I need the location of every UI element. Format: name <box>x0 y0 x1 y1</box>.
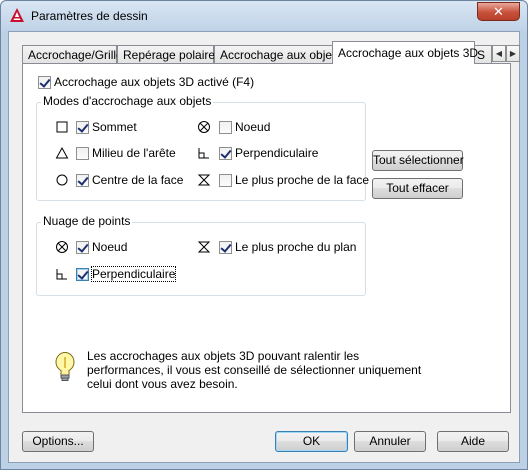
modes-group-title: Modes d'accrochage aux objets <box>41 94 214 108</box>
tab-scroll-right-button[interactable]: ▶ <box>506 45 520 62</box>
lightbulb-icon <box>55 352 75 381</box>
pc-node-label[interactable]: Noeud <box>92 240 127 254</box>
select-all-button[interactable]: Tout sélectionner <box>372 150 464 171</box>
hourglass-icon <box>197 174 211 186</box>
face-center-checkbox[interactable] <box>76 174 89 187</box>
circle-icon <box>56 174 68 186</box>
window-title: Paramètres de dessin <box>31 9 148 23</box>
point-cloud-groupbox <box>36 222 366 296</box>
node-label[interactable]: Noeud <box>235 120 270 134</box>
tab-label: Accrochage aux objets 3D <box>338 46 479 60</box>
tab-scroll-left-button[interactable]: ◀ <box>492 45 506 62</box>
tab-label: S <box>477 48 486 62</box>
dialog-client-area: Accrochage/Grille Repérage polaire Accro… <box>8 31 520 463</box>
tab-scroll-buttons: ◀ ▶ <box>492 45 521 62</box>
cancel-button[interactable]: Annuler <box>354 431 426 452</box>
tab-panel-3d-object-snap: Accrochage aux objets 3D activé (F4) Mod… <box>22 63 511 413</box>
dialog-window: Paramètres de dessin ✕ Accrochage/Grille… <box>0 0 528 470</box>
nearest-face-checkbox[interactable] <box>219 174 232 187</box>
clear-all-button[interactable]: Tout effacer <box>372 178 463 199</box>
perpendicular-icon <box>198 148 209 159</box>
chevron-right-icon: ▶ <box>509 49 517 58</box>
tab-label: Accrochage/Grille <box>28 48 123 62</box>
vertex-label[interactable]: Sommet <box>92 120 137 134</box>
square-icon <box>56 121 68 133</box>
pc-perpendicular-checkbox[interactable] <box>76 268 89 281</box>
tab-polar-tracking[interactable]: Repérage polaire <box>117 45 216 64</box>
perpendicular-label[interactable]: Perpendiculaire <box>235 146 318 160</box>
tab-snap-grid[interactable]: Accrochage/Grille <box>22 45 123 64</box>
triangle-icon <box>55 146 69 159</box>
tab-label: Repérage polaire <box>123 48 216 62</box>
enable-3d-osnap-checkbox[interactable] <box>38 76 51 89</box>
tab-3d-object-snap[interactable]: Accrochage aux objets 3D <box>332 41 479 64</box>
hourglass-icon <box>197 241 211 253</box>
tab-strip: Accrochage/Grille Repérage polaire Accro… <box>22 41 520 64</box>
perpendicular-checkbox[interactable] <box>219 147 232 160</box>
tab-label: Accrochage aux objets <box>220 48 342 62</box>
close-icon: ✕ <box>493 4 504 19</box>
nearest-face-label[interactable]: Le plus proche de la face <box>235 173 369 187</box>
face-center-label[interactable]: Centre de la face <box>92 173 183 187</box>
autocad-app-icon <box>10 8 24 22</box>
pc-node-checkbox[interactable] <box>76 241 89 254</box>
edge-midpoint-label[interactable]: Milieu de l'arête <box>92 146 176 160</box>
perpendicular-icon <box>56 269 67 280</box>
options-button[interactable]: Options... <box>22 431 94 452</box>
edge-midpoint-checkbox[interactable] <box>76 147 89 160</box>
title-bar[interactable]: Paramètres de dessin ✕ <box>1 1 527 31</box>
vertex-checkbox[interactable] <box>76 121 89 134</box>
node-icon <box>198 121 210 133</box>
nearest-plane-checkbox[interactable] <box>219 241 232 254</box>
node-icon <box>56 241 68 253</box>
tab-object-snap[interactable]: Accrochage aux objets <box>214 45 341 64</box>
enable-3d-osnap-label[interactable]: Accrochage aux objets 3D activé (F4) <box>54 75 254 89</box>
chevron-left-icon: ◀ <box>495 49 503 58</box>
help-button[interactable]: Aide <box>437 431 509 452</box>
nearest-plane-label[interactable]: Le plus proche du plan <box>235 240 356 254</box>
point-cloud-group-title: Nuage de points <box>41 214 133 228</box>
node-checkbox[interactable] <box>219 121 232 134</box>
info-message: Les accrochages aux objets 3D pouvant ra… <box>87 349 422 391</box>
pc-perpendicular-label[interactable]: Perpendiculaire <box>90 266 177 282</box>
ok-button[interactable]: OK <box>275 431 348 452</box>
close-button[interactable]: ✕ <box>477 2 520 21</box>
